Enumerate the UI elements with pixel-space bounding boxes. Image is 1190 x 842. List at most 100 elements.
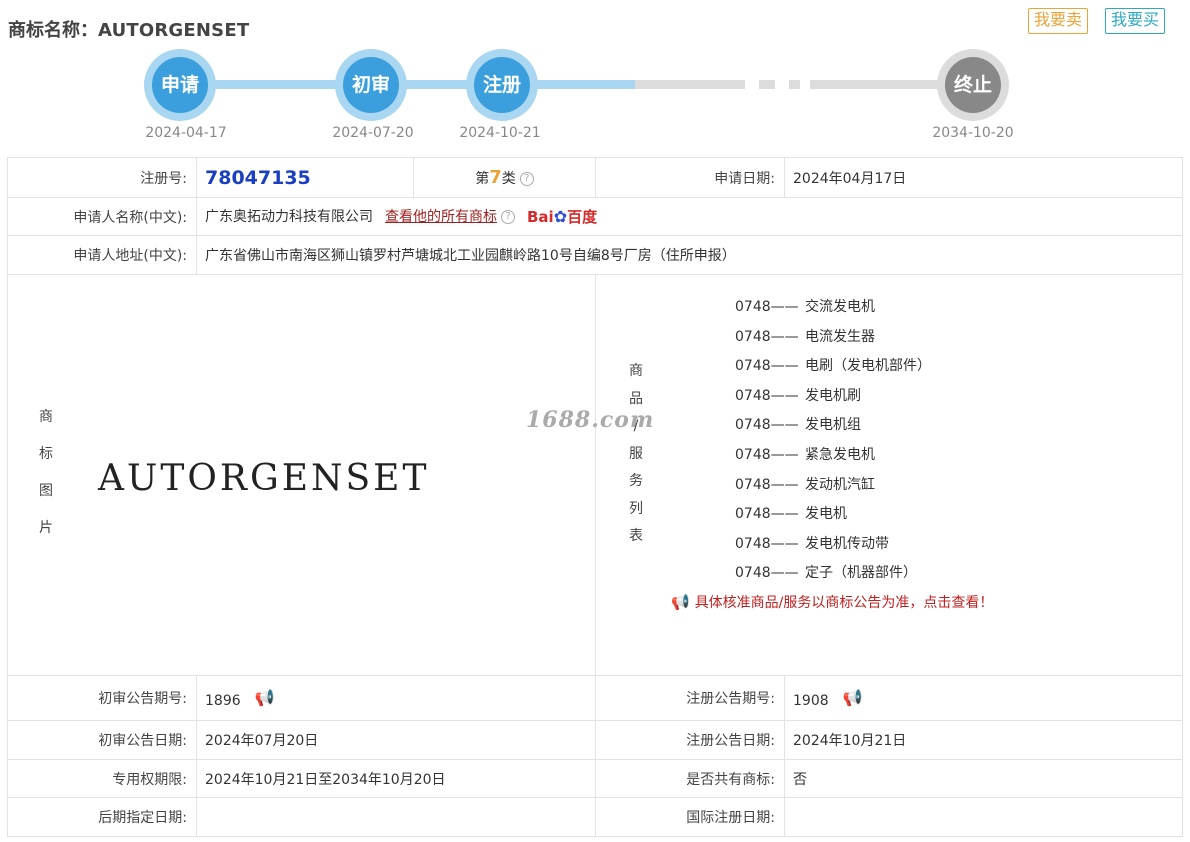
term-label: 专用权期限: — [7, 759, 197, 798]
label-char: 图 — [39, 483, 53, 499]
shared-label: 是否共有商标: — [595, 759, 785, 798]
goods-code: 0748—— — [735, 535, 799, 552]
class-number: 7 — [489, 167, 502, 188]
goods-code: 0748—— — [735, 565, 799, 582]
goods-name: 紧急发电机 — [805, 446, 875, 463]
trademark-name: AUTORGENSET — [98, 20, 250, 41]
timeline-gap — [745, 80, 759, 89]
label-char: 商 — [629, 363, 643, 379]
table-row: 专用权期限: 2024年10月21日至2034年10月20日 是否共有商标: 否 — [7, 759, 1183, 798]
goods-services-cell: 商 品 / 服 务 列 表 0748—— 交流发电机 0748—— 电流发生器 07… — [595, 274, 1183, 676]
table-row: 初审公告日期: 2024年07月20日 注册公告日期: 2024年10月21日 — [7, 720, 1183, 760]
label-char: / — [633, 418, 639, 434]
reg-no-label: 注册号: — [7, 157, 197, 198]
apply-date: 2024年04月17日 — [784, 157, 1183, 198]
goods-code: 0748—— — [735, 299, 799, 315]
class-cell: 第7类? — [413, 157, 596, 198]
trademark-image-cell: 商 标 图 片 AUTORGENSET 1688.com — [7, 274, 653, 676]
table-row: 初审公告期号: 1896 📢 注册公告期号: 1908 📢 — [7, 675, 1183, 721]
list-item: 0748—— 紧急发电机 — [735, 441, 931, 471]
list-item: 0748—— 交流发电机 — [735, 293, 931, 323]
label-char: 商 — [39, 409, 53, 425]
label-char: 标 — [39, 446, 53, 462]
applicant-address: 广东省佛山市南海区狮山镇罗村芦塘城北工业园麒岭路10号自编8号厂房（住所申报） — [196, 235, 1183, 275]
label-char: 表 — [629, 528, 643, 544]
baidu-paw-icon: ✿ — [553, 207, 568, 226]
goods-note-text: 具体核准商品/服务以商标公告为准，点击查看！ — [694, 595, 994, 611]
applicant-name: 广东奥拓动力科技有限公司 — [205, 209, 373, 225]
reg-pub-date-label: 注册公告日期: — [595, 720, 785, 760]
trademark-image-label: 商 标 图 片 — [8, 399, 84, 547]
step-terminate: 终止 — [937, 49, 1009, 121]
baidu-text: Bai — [527, 208, 554, 226]
goods-list: 0748—— 交流发电机 0748—— 电流发生器 0748—— 电刷（发电机部件） … — [735, 293, 931, 589]
step-prelim: 初审 — [335, 49, 407, 121]
table-row: 注册号: 78047135 第7类? 申请日期: 2024年04月17日 — [7, 157, 1183, 198]
step-label: 申请 — [152, 57, 208, 113]
goods-code: 0748—— — [735, 506, 799, 523]
label-char: 务 — [629, 473, 643, 489]
label-char: 片 — [39, 520, 53, 536]
timeline-gap — [800, 80, 810, 89]
goods-name: 发动机汽缸 — [805, 476, 875, 493]
goods-announcement-link[interactable]: 📢 具体核准商品/服务以商标公告为准，点击查看！ — [671, 592, 993, 612]
reg-pub-date: 2024年10月21日 — [784, 720, 1183, 760]
label-char: 品 — [629, 390, 643, 407]
applicant-cell: 广东奥拓动力科技有限公司 查看他的所有商标? Bai✿百度 — [196, 197, 1183, 236]
table-row: 申请人名称(中文): 广东奥拓动力科技有限公司 查看他的所有商标? Bai✿百度 — [7, 197, 1183, 236]
step-date: 2034-10-20 — [932, 125, 1014, 141]
megaphone-icon[interactable]: 📢 — [255, 688, 275, 707]
class-suffix: 类 — [501, 171, 516, 187]
timeline-track-active — [180, 80, 635, 89]
list-item: 0748—— 定子（机器部件） — [735, 559, 931, 589]
step-label: 终止 — [945, 57, 1001, 113]
goods-code: 0748—— — [735, 358, 799, 375]
goods-name: 交流发电机 — [805, 299, 875, 315]
baidu-search-button[interactable]: Bai✿百度 — [527, 206, 597, 227]
timeline-gap — [775, 80, 789, 89]
intl-date — [784, 797, 1183, 837]
class-prefix: 第 — [475, 171, 490, 187]
label-char: 服 — [629, 445, 643, 462]
goods-code: 0748—— — [735, 328, 799, 345]
term: 2024年10月21日至2034年10月20日 — [196, 759, 596, 798]
prelim-no-label: 初审公告期号: — [7, 675, 197, 721]
applicant-label: 申请人名称(中文): — [7, 197, 197, 236]
list-item: 0748—— 发电机刷 — [735, 382, 931, 412]
intl-date-label: 国际注册日期: — [595, 797, 785, 837]
list-item: 0748—— 电刷（发电机部件） — [735, 352, 931, 382]
title-prefix: 商标名称： — [8, 20, 98, 41]
megaphone-icon[interactable]: 📢 — [843, 688, 863, 707]
prelim-date: 2024年07月20日 — [196, 720, 596, 760]
status-timeline: 申请 初审 注册 终止 2024-04-17 2024-07-20 2024-1… — [0, 40, 1190, 150]
reg-pub-no: 1908 — [793, 692, 829, 709]
prelim-no-cell: 1896 📢 — [196, 675, 596, 721]
prelim-date-label: 初审公告日期: — [7, 720, 197, 760]
address-label: 申请人地址(中文): — [7, 235, 197, 275]
list-item: 0748—— 发电机组 — [735, 411, 931, 441]
reg-no: 78047135 — [205, 166, 311, 189]
goods-code: 0748—— — [735, 476, 799, 493]
step-date: 2024-04-17 — [145, 125, 227, 141]
buy-button[interactable]: 我要买 — [1105, 8, 1166, 34]
megaphone-icon: 📢 — [671, 593, 690, 611]
reg-pub-no-cell: 1908 📢 — [784, 675, 1183, 721]
list-item: 0748—— 发动机汽缸 — [735, 471, 931, 501]
sell-button[interactable]: 我要卖 — [1028, 8, 1089, 34]
goods-name: 发电机传动带 — [805, 535, 889, 552]
goods-code: 0748—— — [735, 387, 799, 404]
step-apply: 申请 — [144, 49, 216, 121]
reg-pub-no-label: 注册公告期号: — [595, 675, 785, 721]
later-date — [196, 797, 596, 837]
trademark-detail-table: 注册号: 78047135 第7类? 申请日期: 2024年04月17日 申请人… — [7, 157, 1183, 837]
goods-code: 0748—— — [735, 417, 799, 434]
step-label: 注册 — [474, 57, 530, 113]
later-date-label: 后期指定日期: — [7, 797, 197, 837]
help-icon[interactable]: ? — [501, 210, 515, 224]
table-row: 申请人地址(中文): 广东省佛山市南海区狮山镇罗村芦塘城北工业园麒岭路10号自编… — [7, 235, 1183, 275]
table-row: 后期指定日期: 国际注册日期: — [7, 797, 1183, 837]
goods-name: 电流发生器 — [805, 328, 875, 345]
goods-name: 发电机刷 — [805, 387, 861, 404]
view-all-trademarks-link[interactable]: 查看他的所有商标 — [385, 209, 497, 225]
help-icon[interactable]: ? — [519, 172, 534, 186]
